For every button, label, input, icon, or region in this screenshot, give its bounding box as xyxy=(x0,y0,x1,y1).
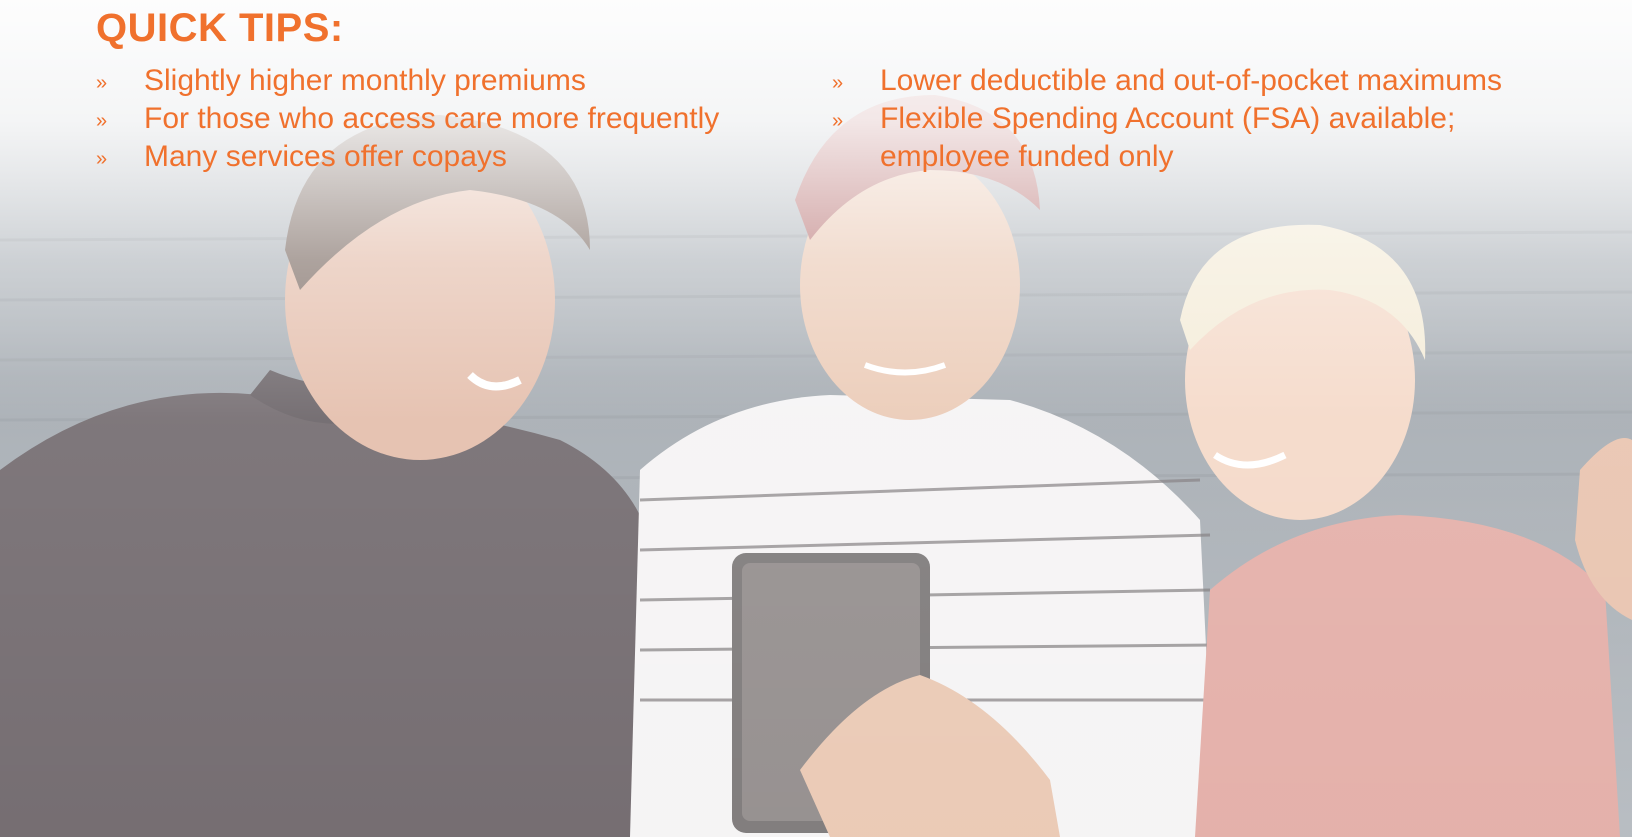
tip-item: » For those who access care more frequen… xyxy=(96,100,736,138)
tip-text: For those who access care more frequentl… xyxy=(144,102,720,135)
tip-text: Many services offer copays xyxy=(144,140,507,173)
bullet-icon: » xyxy=(96,148,108,170)
tips-list-right: » Lower deductible and out-of-pocket max… xyxy=(832,62,1512,176)
bullet-icon: » xyxy=(96,72,108,94)
tips-list-left: » Slightly higher monthly premiums » For… xyxy=(96,62,736,176)
bullet-icon: » xyxy=(832,110,844,132)
bullet-icon: » xyxy=(832,72,844,94)
tip-text: Lower deductible and out-of-pocket maxim… xyxy=(880,64,1502,97)
tip-text: Flexible Spending Account (FSA) availabl… xyxy=(880,102,1456,173)
tip-item: » Slightly higher monthly premiums xyxy=(96,62,736,100)
quick-tips-page: QUICK TIPS: » Slightly higher monthly pr… xyxy=(0,0,1632,837)
tip-item: » Lower deductible and out-of-pocket max… xyxy=(832,62,1512,100)
tip-text: Slightly higher monthly premiums xyxy=(144,64,586,97)
tip-item: » Many services offer copays xyxy=(96,138,736,176)
tip-item: » Flexible Spending Account (FSA) availa… xyxy=(832,100,1512,176)
quick-tips-heading: QUICK TIPS: xyxy=(96,6,344,50)
bullet-icon: » xyxy=(96,110,108,132)
